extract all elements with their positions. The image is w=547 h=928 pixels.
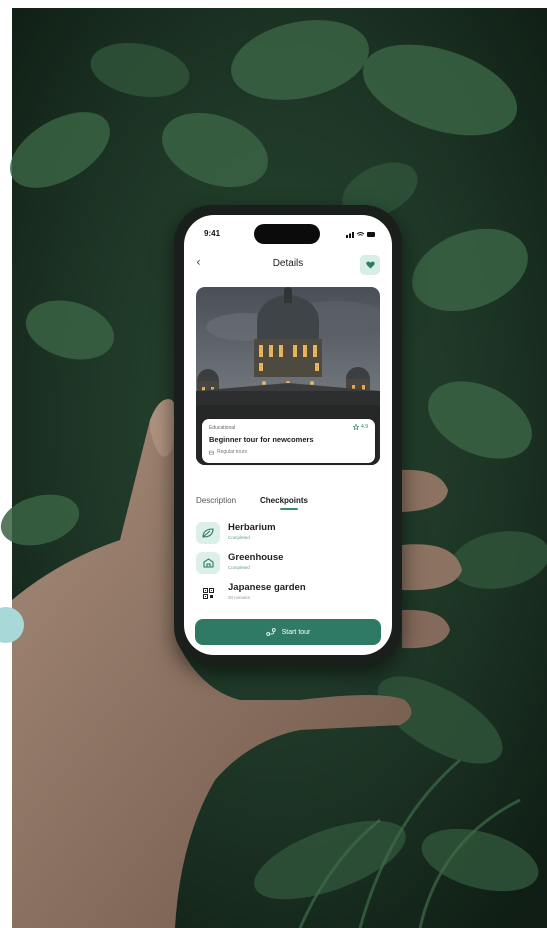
tour-title: Beginner tour for newcomers bbox=[209, 435, 314, 444]
phone-screen: 9:41 ‹ Details Educational 4.9 Beginner … bbox=[184, 215, 392, 655]
tour-subtitle-text: Regular tours bbox=[217, 449, 248, 455]
phone-device: 9:41 ‹ Details Educational 4.9 Beginner … bbox=[174, 205, 402, 665]
active-tab-indicator bbox=[280, 508, 298, 510]
start-tour-button[interactable]: Start tour bbox=[195, 619, 381, 645]
dynamic-island bbox=[254, 224, 320, 244]
tour-subtitle: Regular tours bbox=[209, 449, 247, 455]
star-icon bbox=[353, 424, 360, 430]
checkpoint-icon-box bbox=[196, 582, 220, 604]
wifi-icon bbox=[356, 232, 365, 236]
status-bar: 9:41 bbox=[184, 215, 392, 249]
heart-icon bbox=[365, 261, 375, 269]
status-time: 9:41 bbox=[204, 229, 221, 238]
checkpoint-status: Completed bbox=[228, 535, 250, 540]
signal-icon bbox=[346, 232, 354, 238]
route-icon bbox=[265, 628, 276, 636]
details-tabs: Description Checkpoints bbox=[196, 496, 380, 514]
checkpoint-item[interactable]: Japanese garden 30 minutes bbox=[196, 580, 380, 606]
battery-icon bbox=[367, 232, 375, 237]
tour-rating: 4.9 bbox=[353, 424, 368, 430]
checkpoint-icon-box bbox=[196, 552, 220, 574]
tab-checkpoints[interactable]: Checkpoints bbox=[260, 496, 308, 505]
checkpoint-name: Greenhouse bbox=[228, 552, 284, 563]
top-navbar: ‹ Details bbox=[184, 251, 392, 279]
calendar-icon bbox=[209, 450, 214, 455]
tab-description[interactable]: Description bbox=[196, 496, 236, 505]
checkpoint-name: Japanese garden bbox=[228, 582, 306, 593]
checkpoint-status: 30 minutes bbox=[228, 595, 251, 600]
status-icons bbox=[346, 232, 375, 238]
greenhouse-icon bbox=[202, 558, 214, 568]
favorite-button[interactable] bbox=[360, 255, 380, 275]
leaf-icon bbox=[202, 528, 214, 538]
tour-info-card[interactable]: Educational 4.9 Beginner tour for newcom… bbox=[202, 419, 375, 463]
tour-category: Educational bbox=[209, 425, 236, 431]
rating-value: 4.9 bbox=[361, 424, 368, 430]
checkpoint-item[interactable]: Greenhouse Completed bbox=[196, 550, 380, 576]
checkpoint-status: Completed bbox=[228, 565, 250, 570]
checkpoint-item[interactable]: Herbarium Completed bbox=[196, 520, 380, 546]
checkpoint-name: Herbarium bbox=[228, 522, 276, 533]
qr-code-icon bbox=[202, 587, 214, 599]
photo-scene: 9:41 ‹ Details Educational 4.9 Beginner … bbox=[0, 0, 547, 928]
checkpoint-icon-box bbox=[196, 522, 220, 544]
start-tour-label: Start tour bbox=[281, 628, 311, 636]
